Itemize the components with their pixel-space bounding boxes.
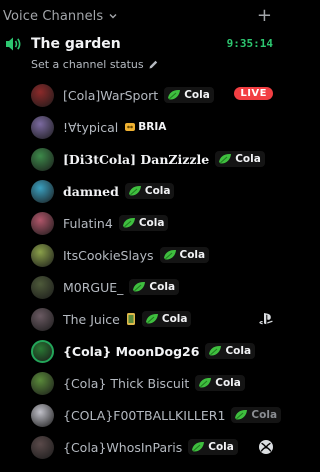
section-title: Voice Channels: [3, 8, 104, 24]
leaf-icon: [163, 249, 177, 261]
avatar[interactable]: [31, 403, 54, 427]
voice-channels-header[interactable]: Voice Channels +: [3, 6, 279, 26]
channel-status-setter[interactable]: Set a channel status: [31, 56, 159, 72]
voice-user-row[interactable]: {Cola}WhosInParis Cola: [0, 431, 281, 463]
username: damned: [63, 183, 119, 199]
server-tag-label: Cola: [161, 313, 188, 325]
leaf-icon: [132, 281, 146, 293]
avatar[interactable]: [31, 243, 54, 267]
server-tag-label: Cola: [215, 377, 241, 389]
chevron-down-icon[interactable]: [108, 11, 118, 21]
server-tag-label: BRIA: [138, 121, 167, 133]
server-tag[interactable]: Cola: [129, 279, 180, 295]
leaf-icon: [218, 153, 232, 165]
avatar[interactable]: [31, 147, 54, 171]
leaf-icon: [234, 409, 248, 421]
voice-user-row[interactable]: ItsCookieSlays Cola: [0, 239, 281, 271]
avatar[interactable]: [31, 371, 54, 395]
voice-user-row[interactable]: Fulatin4 Cola: [0, 207, 281, 239]
leaf-icon: [128, 185, 142, 197]
server-tag[interactable]: Cola: [188, 439, 238, 455]
avatar[interactable]: [31, 179, 54, 203]
username: [Cola]WarSport: [63, 87, 159, 103]
voice-user-row[interactable]: The Juice Cola: [0, 303, 281, 335]
server-tag-label: Cola: [225, 345, 252, 357]
voice-user-row[interactable]: {COLA}F00TBALLKILLER1 Cola: [0, 399, 282, 431]
leaf-icon: [198, 377, 212, 389]
voice-channel-the-garden[interactable]: The garden 9:35:14: [4, 33, 279, 55]
avatar[interactable]: [31, 211, 54, 235]
server-tag[interactable]: Cola: [215, 151, 265, 167]
username: {Cola}WhosInParis: [63, 439, 183, 455]
username: {Cola} MoonDog26: [63, 343, 200, 359]
voice-user-row[interactable]: {Cola} Thick Biscuit Cola: [0, 367, 281, 399]
server-tag-label: Cola: [251, 409, 278, 421]
username: Fulatin4: [63, 215, 113, 231]
server-tag-label: Cola: [208, 441, 234, 453]
server-tag-label: Cola: [184, 89, 210, 101]
playstation-icon: [258, 311, 274, 327]
leaf-icon: [145, 313, 159, 325]
voice-user-list: [Cola]WarSport Cola LIVE !∀typical BRIA [Di3t…: [0, 79, 282, 463]
username: ItsCookieSlays: [63, 247, 154, 263]
call-timer: 9:35:14: [226, 37, 273, 50]
channel-name: The garden: [31, 36, 121, 52]
voice-user-row[interactable]: {Cola} MoonDog26 Cola: [0, 335, 281, 367]
username: {Cola} Thick Biscuit: [63, 375, 190, 391]
username: !∀typical: [63, 119, 119, 135]
bria-tag-icon: [124, 121, 136, 133]
xbox-icon: [258, 439, 274, 455]
speaker-icon: [4, 35, 24, 53]
avatar[interactable]: [31, 307, 54, 331]
avatar[interactable]: [31, 339, 54, 363]
server-tag-label: Cola: [235, 153, 261, 165]
server-tag-label: Cola: [149, 281, 176, 293]
leaf-icon: [191, 441, 205, 453]
avatar[interactable]: [31, 275, 54, 299]
avatar[interactable]: [31, 115, 54, 139]
leaf-icon: [167, 89, 181, 101]
server-tag[interactable]: Cola: [205, 343, 256, 359]
server-tag[interactable]: Cola: [159, 247, 210, 263]
voice-user-row[interactable]: [Cola]WarSport Cola LIVE: [0, 79, 281, 111]
plus-icon[interactable]: +: [257, 6, 272, 26]
avatar[interactable]: [31, 435, 54, 459]
username: M0RGUE_: [63, 279, 124, 295]
server-tag[interactable]: Cola: [124, 183, 175, 199]
server-tag-label: Cola: [144, 185, 171, 197]
server-tag-label: Cola: [138, 217, 165, 229]
server-tag[interactable]: Cola: [164, 87, 214, 103]
username: {COLA}F00TBALLKILLER1: [63, 407, 226, 423]
voice-user-row[interactable]: damned Cola: [0, 175, 281, 207]
server-tag[interactable]: BRIA: [124, 121, 166, 133]
username: [Di3tCola] DanZizzle: [63, 151, 210, 167]
username: The Juice: [63, 311, 120, 327]
server-tag[interactable]: Cola: [118, 215, 169, 231]
pencil-icon[interactable]: [148, 59, 159, 70]
leaf-icon: [122, 217, 136, 229]
server-tag[interactable]: Cola: [141, 311, 192, 327]
server-tag[interactable]: Cola: [231, 407, 282, 423]
leaf-icon: [208, 345, 222, 357]
live-badge[interactable]: LIVE: [234, 87, 273, 100]
voice-user-row[interactable]: [Di3tCola] DanZizzle Cola: [0, 143, 281, 175]
voice-user-row[interactable]: M0RGUE_ Cola: [0, 271, 281, 303]
channel-status-label: Set a channel status: [31, 57, 144, 71]
server-tag-label: Cola: [179, 249, 206, 261]
avatar[interactable]: [31, 83, 54, 107]
server-tag[interactable]: Cola: [195, 375, 245, 391]
activity-badge-icon: [126, 312, 136, 326]
voice-user-row[interactable]: !∀typical BRIA: [0, 111, 281, 143]
